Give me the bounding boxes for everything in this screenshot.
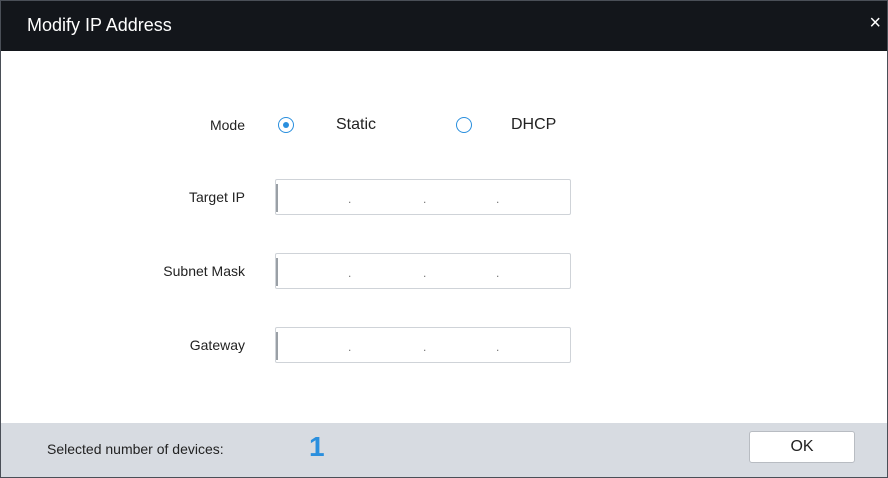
input-edge [276, 332, 278, 360]
input-edge [276, 258, 278, 286]
target-ip-label: Target IP [188, 189, 245, 205]
ip-separator: . [423, 340, 427, 354]
ip-separator: . [496, 266, 500, 280]
close-icon[interactable]: × [869, 13, 881, 33]
footer-bar: Selected number of devices: 1 OK [1, 423, 887, 477]
ip-separator: . [423, 266, 427, 280]
ok-button[interactable]: OK [749, 431, 855, 463]
radio-selected-dot [282, 121, 289, 128]
ip-separator: . [496, 340, 500, 354]
ip-separator: . [348, 192, 352, 206]
subnet-mask-input[interactable]: . . . [275, 253, 571, 289]
ip-separator: . [348, 340, 352, 354]
target-ip-input[interactable]: . . . [275, 179, 571, 215]
ip-separator: . [423, 192, 427, 206]
radio-static-label[interactable]: Static [336, 116, 376, 134]
input-edge [276, 184, 278, 212]
selected-devices-count: 1 [309, 431, 325, 462]
title-bar: Modify IP Address × [1, 1, 887, 51]
selected-devices-label: Selected number of devices: [47, 441, 224, 457]
ip-separator: . [348, 266, 352, 280]
mode-label: Mode [209, 117, 245, 133]
dialog-title: Modify IP Address [27, 15, 172, 35]
radio-dhcp[interactable] [456, 117, 472, 133]
subnet-mask-label: Subnet Mask [163, 263, 245, 279]
gateway-input[interactable]: . . . [275, 327, 571, 363]
gateway-label: Gateway [189, 337, 245, 353]
radio-dhcp-label[interactable]: DHCP [511, 116, 556, 134]
radio-static[interactable] [278, 117, 294, 133]
ip-separator: . [496, 192, 500, 206]
modify-ip-dialog: Modify IP Address × Mode Static DHCP Tar… [0, 0, 888, 478]
